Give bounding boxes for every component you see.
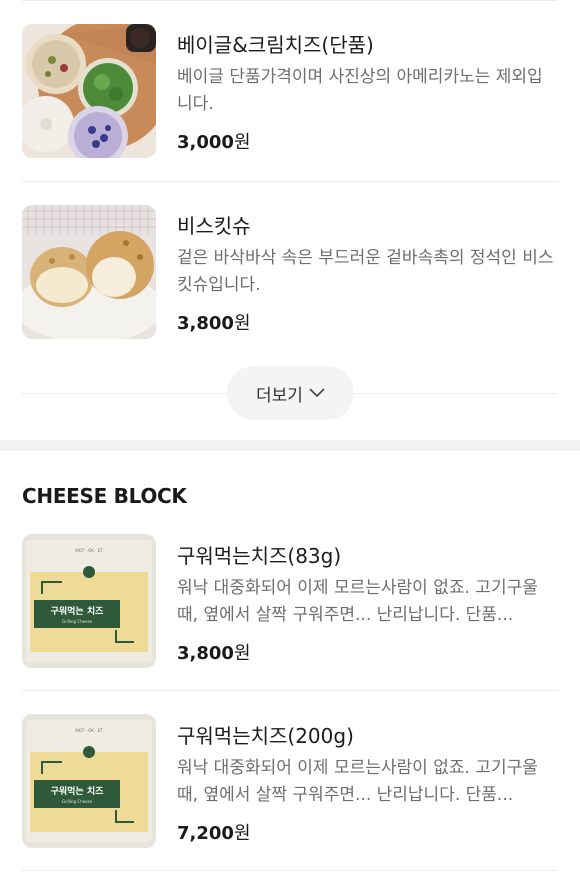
section-title: CHEESE BLOCK (22, 484, 187, 508)
menu-item-biscuit-choux[interactable]: 비스킷슈 겉은 바삭바삭 속은 부드러운 겉바속촉의 정석인 비스킷슈입니다. … (0, 181, 580, 341)
menu-item-grilling-cheese-83g[interactable]: MOT · OK · ET 구워먹는 치즈 Grilling Cheese 구워… (0, 510, 580, 670)
item-description: 워낙 대중화되어 이제 모르는사람이 없죠. 고기구울때, 옆에서 살짝 구워주… (177, 758, 538, 805)
item-description: 워낙 대중화되어 이제 모르는사람이 없죠. 고기구울때, 옆에서 살짝 구워주… (177, 578, 538, 625)
section-separator (0, 440, 580, 451)
item-name: 비스킷슈 (177, 214, 251, 238)
item-price: 7,200원 (177, 823, 251, 844)
package-sublabel: Grilling Cheese (62, 799, 93, 804)
svg-text:MOT · OK · ET: MOT · OK · ET (75, 728, 103, 733)
item-name: 베이글&크림치즈(단품) (177, 33, 374, 57)
item-description: 겉은 바삭바삭 속은 부드러운 겉바속촉의 정석인 비스킷슈입니다. (177, 248, 554, 295)
svg-text:MOT · OK · ET: MOT · OK · ET (75, 548, 103, 553)
item-price: 3,000원 (177, 132, 251, 153)
package-label: 구워먹는 치즈 (51, 605, 105, 617)
more-button[interactable]: 더보기 (227, 366, 354, 420)
biscuit-choux-photo (22, 205, 156, 339)
more-button-label: 더보기 (256, 385, 303, 406)
menu-item-bagel[interactable]: 베이글&크림치즈(단품) 베이글 단품가격이며 사진상의 아메리카노는 제외입니… (0, 0, 580, 160)
package-label: 구워먹는 치즈 (51, 785, 105, 797)
more-row: 더보기 (0, 366, 580, 420)
grilling-cheese-photo: MOT · OK · ET 구워먹는 치즈 Grilling Cheese (22, 714, 156, 848)
grilling-cheese-photo: MOT · OK · ET 구워먹는 치즈 Grilling Cheese (22, 534, 156, 668)
divider (22, 870, 558, 871)
item-name: 구워먹는치즈(83g) (177, 544, 342, 568)
bagel-photo (22, 24, 156, 158)
menu-item-grilling-cheese-200g[interactable]: MOT · OK · ET 구워먹는 치즈 Grilling Cheese 구워… (0, 690, 580, 850)
chevron-down-icon (309, 388, 325, 397)
item-price: 3,800원 (177, 313, 251, 334)
package-sublabel: Grilling Cheese (62, 619, 93, 624)
item-description: 베이글 단품가격이며 사진상의 아메리카노는 제외입니다. (177, 67, 543, 114)
item-price: 3,800원 (177, 643, 251, 664)
item-name: 구워먹는치즈(200g) (177, 724, 354, 748)
